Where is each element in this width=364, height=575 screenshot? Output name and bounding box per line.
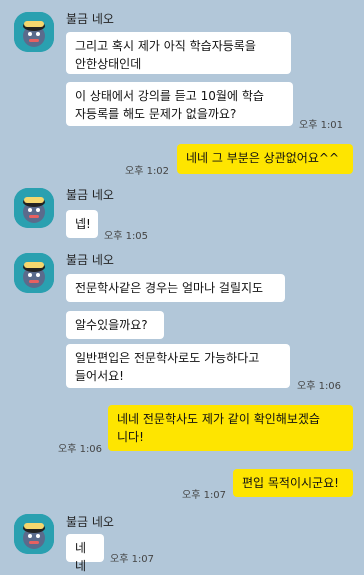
- message-bubble[interactable]: 일반편입은 전문학사로도 가능하다고 들어서요!: [66, 344, 290, 388]
- message-bubble[interactable]: 이 상태에서 강의를 듣고 10월에 학습 자등록를 해도 문제가 없을까요?: [66, 82, 293, 126]
- message-bubble-outgoing[interactable]: 네네 그 부분은 상관없어요^^: [177, 144, 353, 174]
- message-bubble[interactable]: 넵!: [66, 210, 98, 238]
- sender-name: 불금 네오: [66, 515, 114, 529]
- sender-name: 불금 네오: [66, 253, 114, 267]
- character-avatar-icon: [14, 253, 54, 293]
- message-bubble[interactable]: 네네: [66, 534, 104, 573]
- timestamp: 오후 1:07: [110, 554, 155, 565]
- avatar[interactable]: [14, 514, 54, 554]
- message-bubble[interactable]: 그리고 혹시 제가 아직 학습자등록을 안한상태인데: [66, 32, 291, 74]
- avatar[interactable]: [14, 253, 54, 293]
- avatar[interactable]: [14, 12, 54, 52]
- sender-name: 불금 네오: [66, 12, 114, 26]
- timestamp: 오후 1:05: [104, 231, 149, 242]
- message-bubble[interactable]: 알수있을까요?: [66, 311, 164, 339]
- character-avatar-icon: [14, 188, 54, 228]
- timestamp: 오후 1:07: [182, 490, 227, 501]
- message-bubble-outgoing[interactable]: 네네 전문학사도 제가 같이 확인해보겠습 니다!: [108, 405, 353, 451]
- timestamp: 오후 1:02: [125, 166, 170, 177]
- timestamp: 오후 1:06: [297, 381, 342, 392]
- character-avatar-icon: [14, 12, 54, 52]
- sender-name: 불금 네오: [66, 188, 114, 202]
- timestamp: 오후 1:01: [299, 120, 344, 131]
- message-bubble-outgoing[interactable]: 편입 목적이시군요!: [233, 469, 353, 497]
- character-avatar-icon: [14, 514, 54, 554]
- message-bubble[interactable]: 전문학사같은 경우는 얼마나 걸릴지도: [66, 274, 285, 302]
- avatar[interactable]: [14, 188, 54, 228]
- timestamp: 오후 1:06: [58, 444, 103, 455]
